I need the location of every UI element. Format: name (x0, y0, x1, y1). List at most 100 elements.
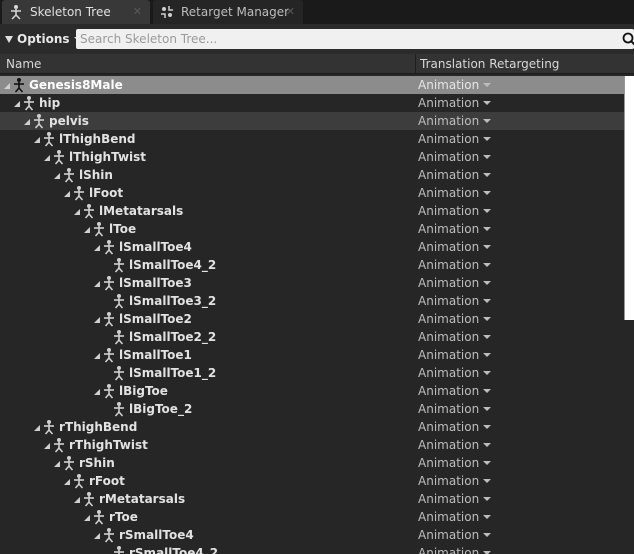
retarget-mode-dropdown[interactable]: Animation (418, 132, 492, 146)
tree-row[interactable]: rThighTwist Animation (0, 436, 634, 454)
search-icon[interactable] (622, 32, 634, 46)
retarget-mode-dropdown[interactable]: Animation (418, 222, 492, 236)
retarget-mode-dropdown[interactable]: Animation (418, 240, 492, 254)
chevron-down-icon (483, 299, 492, 303)
expand-arrow-icon[interactable] (24, 119, 30, 125)
tree-row[interactable]: lFoot Animation (0, 184, 634, 202)
retarget-mode-dropdown[interactable]: Animation (418, 186, 492, 200)
expand-arrow-icon[interactable] (94, 353, 100, 359)
retarget-mode-dropdown[interactable]: Animation (418, 150, 492, 164)
tab-skeleton-tree[interactable]: Skeleton Tree ✕ (2, 0, 150, 24)
retarget-mode-dropdown[interactable]: Animation (418, 546, 492, 554)
tree-row[interactable]: rSmallToe4_2 Animation (0, 544, 634, 554)
tree-row[interactable]: hip Animation (0, 94, 634, 112)
chevron-down-icon (483, 119, 492, 123)
tree-row[interactable]: lSmallToe3 Animation (0, 274, 634, 292)
retarget-mode-dropdown[interactable]: Animation (418, 528, 492, 542)
retarget-mode-dropdown[interactable]: Animation (418, 438, 492, 452)
expand-arrow-icon[interactable] (94, 245, 100, 251)
tree-row[interactable]: rSmallToe4 Animation (0, 526, 634, 544)
retarget-mode-dropdown[interactable]: Animation (418, 204, 492, 218)
retarget-mode-dropdown[interactable]: Animation (418, 420, 492, 434)
expand-arrow-icon[interactable] (84, 227, 90, 233)
expand-arrow-icon[interactable] (34, 137, 40, 143)
expand-arrow-icon[interactable] (84, 515, 90, 521)
tree-row[interactable]: Genesis8Male Animation (0, 76, 634, 94)
retarget-mode-dropdown[interactable]: Animation (418, 510, 492, 524)
retarget-mode-dropdown[interactable]: Animation (418, 258, 492, 272)
tree-row[interactable]: pelvis Animation (0, 112, 634, 130)
tree-row[interactable]: lToe Animation (0, 220, 634, 238)
tree-row[interactable]: rMetatarsals Animation (0, 490, 634, 508)
tab-retarget-manager[interactable]: Retarget Manager ✕ (153, 0, 303, 24)
tree-row[interactable]: lMetatarsals Animation (0, 202, 634, 220)
retarget-mode-dropdown[interactable]: Animation (418, 492, 492, 506)
tree-row[interactable]: lSmallToe1_2 Animation (0, 364, 634, 382)
expand-arrow-icon[interactable] (64, 191, 70, 197)
tree-row[interactable]: rFoot Animation (0, 472, 634, 490)
options-button[interactable]: Options (3, 30, 82, 48)
bone-node: lBigToe (94, 382, 168, 400)
bone-icon (104, 240, 114, 255)
retarget-mode-dropdown[interactable]: Animation (418, 384, 492, 398)
retarget-mode-dropdown[interactable]: Animation (418, 456, 492, 470)
tree-row[interactable]: lSmallToe4 Animation (0, 238, 634, 256)
tree-row[interactable]: lSmallToe2 Animation (0, 310, 634, 328)
retarget-mode-dropdown[interactable]: Animation (418, 312, 492, 326)
column-divider[interactable] (415, 54, 416, 74)
column-translation-retargeting[interactable]: Translation Retargeting (420, 57, 559, 71)
expand-arrow-icon[interactable] (44, 155, 50, 161)
tree-row[interactable]: lShin Animation (0, 166, 634, 184)
expand-arrow-icon[interactable] (94, 533, 100, 539)
expand-arrow-icon[interactable] (44, 443, 50, 449)
tree-row[interactable]: lSmallToe4_2 Animation (0, 256, 634, 274)
bone-label: hip (39, 96, 61, 110)
column-name[interactable]: Name (6, 57, 41, 71)
expand-arrow-icon[interactable] (74, 209, 80, 215)
tree-row[interactable]: lBigToe_2 Animation (0, 400, 634, 418)
expand-arrow-icon[interactable] (64, 479, 70, 485)
bone-icon (44, 420, 54, 435)
tree-row[interactable]: lBigToe Animation (0, 382, 634, 400)
retarget-mode-dropdown[interactable]: Animation (418, 294, 492, 308)
bone-icon (94, 222, 104, 237)
expand-arrow-icon[interactable] (74, 497, 80, 503)
expand-arrow-icon[interactable] (94, 281, 100, 287)
retarget-mode-dropdown[interactable]: Animation (418, 96, 492, 110)
tree-row[interactable]: lThighTwist Animation (0, 148, 634, 166)
expand-arrow-icon[interactable] (54, 461, 60, 467)
tree-row[interactable]: lSmallToe1 Animation (0, 346, 634, 364)
bone-icon (114, 366, 124, 381)
bone-label: lSmallToe4_2 (129, 258, 217, 272)
expand-arrow-icon[interactable] (94, 317, 100, 323)
tree-row[interactable]: lThighBend Animation (0, 130, 634, 148)
close-icon[interactable]: ✕ (133, 5, 142, 18)
expand-arrow-icon[interactable] (14, 101, 20, 107)
close-icon[interactable]: ✕ (286, 5, 295, 18)
bone-icon (54, 150, 64, 165)
retarget-mode-dropdown[interactable]: Animation (418, 348, 492, 362)
retarget-mode-dropdown[interactable]: Animation (418, 330, 492, 344)
bone-label: lBigToe_2 (129, 402, 193, 416)
bone-icon (104, 276, 114, 291)
tree-row[interactable]: rToe Animation (0, 508, 634, 526)
retarget-mode-dropdown[interactable]: Animation (418, 474, 492, 488)
retarget-mode-dropdown[interactable]: Animation (418, 402, 492, 416)
expand-arrow-icon[interactable] (4, 83, 10, 89)
retarget-mode-dropdown[interactable]: Animation (418, 78, 492, 92)
tree-row[interactable]: lSmallToe3_2 Animation (0, 292, 634, 310)
search-input[interactable] (76, 29, 616, 49)
expand-arrow-icon[interactable] (34, 425, 40, 431)
tree-row[interactable]: lSmallToe2_2 Animation (0, 328, 634, 346)
retarget-mode-dropdown[interactable]: Animation (418, 366, 492, 380)
retarget-mode-dropdown[interactable]: Animation (418, 276, 492, 290)
retarget-mode-dropdown[interactable]: Animation (418, 114, 492, 128)
bone-icon (84, 204, 94, 219)
bone-icon (104, 384, 114, 399)
expand-arrow-icon[interactable] (54, 173, 60, 179)
retarget-mode-dropdown[interactable]: Animation (418, 168, 492, 182)
tree-row[interactable]: rThighBend Animation (0, 418, 634, 436)
tree-row[interactable]: rShin Animation (0, 454, 634, 472)
expand-arrow-icon[interactable] (94, 389, 100, 395)
chevron-down-icon (483, 479, 492, 483)
